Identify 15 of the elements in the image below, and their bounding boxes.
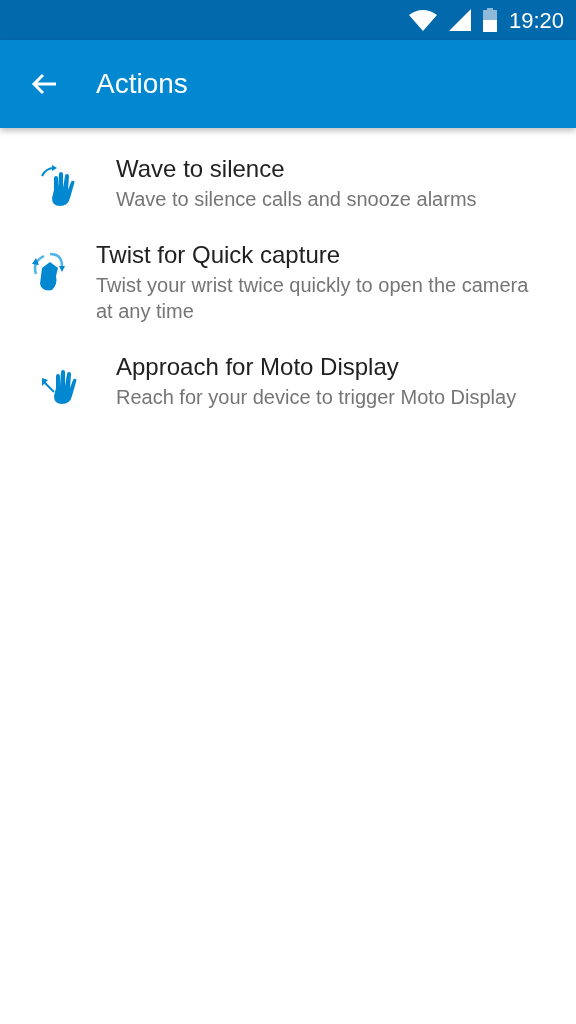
action-description: Wave to silence calls and snooze alarms xyxy=(116,187,477,212)
action-title: Wave to silence xyxy=(116,154,286,184)
action-row[interactable]: Approach for Moto Display Reach for your device to trigger Moto Display xyxy=(0,352,576,438)
action-title: Approach for Moto Display xyxy=(116,352,400,382)
clock-time: 19:20 xyxy=(508,6,564,35)
action-title: Twist for Quick capture xyxy=(96,240,342,270)
action-description: Reach for your device to trigger Moto Display xyxy=(116,385,517,410)
action-row[interactable]: Wave to silence Wave to silence calls and snooze alarms xyxy=(0,154,576,240)
action-row[interactable]: Twist for Quick capture Twist your wrist twice quickly to open the camera at any time xyxy=(0,240,576,352)
screen-title: Actions xyxy=(96,67,188,101)
battery-icon xyxy=(482,8,497,32)
action-description: Twist your wrist twice quickly to open the camera at any time xyxy=(96,273,530,324)
back-arrow-icon xyxy=(30,72,58,96)
wifi-icon xyxy=(408,9,437,31)
signal-icon xyxy=(448,9,471,31)
